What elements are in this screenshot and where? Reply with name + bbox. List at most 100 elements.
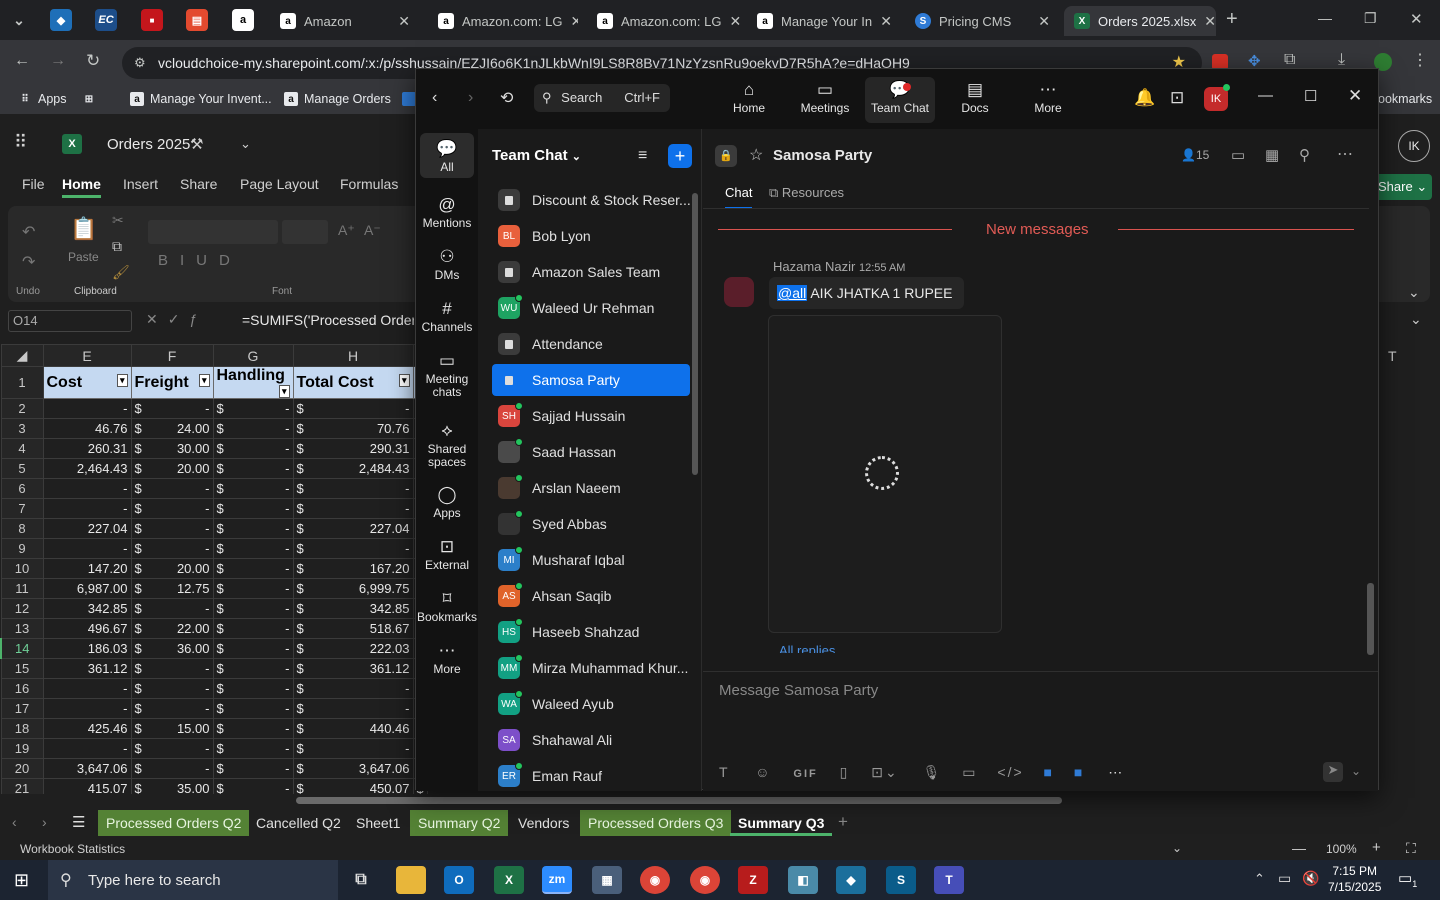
row-header[interactable]: 5 bbox=[0, 458, 44, 479]
back-icon[interactable]: ← bbox=[14, 52, 30, 70]
currency-cell[interactable]: $167.20 bbox=[292, 558, 414, 579]
close-window-icon[interactable]: ✕ bbox=[1410, 10, 1423, 28]
row-header[interactable]: 13 bbox=[0, 618, 44, 639]
cost-cell[interactable]: - bbox=[42, 678, 132, 699]
currency-cell[interactable]: $ - bbox=[212, 478, 294, 499]
currency-cell[interactable]: $ - bbox=[212, 558, 294, 579]
font-name-select[interactable] bbox=[148, 220, 278, 244]
currency-cell[interactable]: $290.31 bbox=[292, 438, 414, 459]
currency-cell[interactable]: $6,999.75 bbox=[292, 578, 414, 599]
undo-icon[interactable]: ↶ bbox=[22, 222, 35, 242]
cost-cell[interactable]: 415.07 bbox=[42, 778, 132, 794]
more-icon[interactable]: ⋯ bbox=[1108, 764, 1124, 780]
column-header[interactable]: H bbox=[292, 344, 414, 367]
row-header[interactable]: 1 bbox=[0, 366, 44, 399]
reload-icon[interactable]: ↻ bbox=[86, 51, 100, 71]
team-chat-title[interactable]: Team Chat ⌄ bbox=[492, 147, 581, 164]
column-header[interactable]: F bbox=[130, 344, 214, 367]
currency-cell[interactable]: $ - bbox=[130, 698, 214, 719]
currency-cell[interactable]: $ - bbox=[212, 498, 294, 519]
image-attachment[interactable] bbox=[768, 315, 1002, 633]
close-tab-icon[interactable]: ✕ bbox=[872, 13, 892, 30]
currency-cell[interactable]: $ - bbox=[212, 538, 294, 559]
sheet-tab[interactable]: Processed Orders Q2 bbox=[98, 810, 250, 836]
tab-search-chevron-icon[interactable]: ⌄ bbox=[8, 9, 30, 31]
filter-meeting-chats[interactable]: ▭ Meeting chats bbox=[416, 345, 478, 403]
tab-resources[interactable]: ⧉ Resources bbox=[769, 185, 844, 201]
cost-cell[interactable]: 496.67 bbox=[42, 618, 132, 639]
all-bookmarks[interactable]: ookmarks bbox=[1378, 92, 1432, 106]
row-header[interactable]: 18 bbox=[0, 718, 44, 739]
row-header[interactable]: 16 bbox=[0, 678, 44, 699]
dm-item[interactable]: MI Musharaf Iqbal bbox=[492, 544, 690, 576]
channel-item[interactable]: Attendance bbox=[492, 328, 690, 360]
currency-cell[interactable]: $ - bbox=[212, 578, 294, 599]
tab-formulas[interactable]: Formulas bbox=[340, 176, 398, 192]
browser-tab-active[interactable]: X Orders 2025.xlsx ✕ bbox=[1064, 6, 1216, 36]
dm-item[interactable]: WA Waleed Ayub bbox=[492, 688, 690, 720]
currency-cell[interactable]: $ - bbox=[130, 478, 214, 499]
pinned-tab-ec-icon[interactable]: EC bbox=[95, 9, 117, 31]
currency-cell[interactable]: $ - bbox=[212, 638, 294, 659]
bookmark-grid[interactable]: ⊞ bbox=[82, 92, 102, 106]
cost-cell[interactable]: 46.76 bbox=[42, 418, 132, 439]
scroll-thumb[interactable] bbox=[296, 797, 1062, 804]
horizontal-scrollbar[interactable] bbox=[0, 794, 1440, 808]
zoom-out-icon[interactable]: — bbox=[1292, 840, 1306, 856]
currency-cell[interactable]: $12.75 bbox=[130, 578, 214, 599]
row-header[interactable]: 2 bbox=[0, 398, 44, 419]
currency-cell[interactable]: $ - bbox=[212, 518, 294, 539]
zoom-in-icon[interactable]: + bbox=[1372, 839, 1381, 856]
browser-tab[interactable]: S Pricing CMS ✕ bbox=[905, 6, 1060, 36]
tab-share[interactable]: Share bbox=[180, 176, 217, 192]
sheet-tab[interactable]: Sheet1 bbox=[348, 810, 408, 836]
screenshot-icon[interactable]: ⊡⌄ bbox=[871, 764, 898, 780]
ribbon-expand-icon[interactable]: ⌄ bbox=[1408, 284, 1420, 301]
dm-item[interactable]: ER Eman Rauf bbox=[492, 760, 690, 791]
message-bubble[interactable]: @all AIK JHATKA 1 RUPEE bbox=[769, 277, 965, 309]
currency-cell[interactable]: $ - bbox=[130, 518, 214, 539]
history-icon[interactable]: ⟲ bbox=[500, 88, 513, 108]
tab-insert[interactable]: Insert bbox=[123, 176, 158, 192]
sheet-tab[interactable]: Vendors bbox=[510, 810, 577, 836]
bookmark-apps[interactable]: ⠿ Apps bbox=[18, 92, 66, 106]
channel-item[interactable]: Samosa Party bbox=[492, 364, 690, 396]
channel-item[interactable]: Amazon Sales Team bbox=[492, 256, 690, 288]
cost-cell[interactable]: 361.12 bbox=[42, 658, 132, 679]
row-header[interactable]: 6 bbox=[0, 478, 44, 499]
calendar-icon[interactable]: ▦ bbox=[1265, 146, 1279, 164]
clock[interactable]: 7:15 PM 7/15/2025 bbox=[1328, 863, 1381, 895]
currency-cell[interactable]: $342.85 bbox=[292, 598, 414, 619]
currency-cell[interactable]: $35.00 bbox=[130, 778, 214, 794]
forward-icon[interactable]: → bbox=[50, 52, 66, 70]
currency-cell[interactable]: $20.00 bbox=[130, 458, 214, 479]
copy-icon[interactable]: ⧉ bbox=[112, 238, 122, 255]
currency-cell[interactable]: $70.76 bbox=[292, 418, 414, 439]
back-icon[interactable]: ‹ bbox=[432, 89, 437, 107]
currency-cell[interactable]: $227.04 bbox=[292, 518, 414, 539]
format-painter-icon[interactable]: 🖌 bbox=[112, 264, 130, 281]
forward-icon[interactable]: › bbox=[468, 89, 473, 107]
currency-cell[interactable]: $ - bbox=[212, 458, 294, 479]
app-icon[interactable]: ◧ bbox=[788, 866, 818, 894]
cost-cell[interactable]: - bbox=[42, 498, 132, 519]
chrome-profile-icon[interactable]: ◉ bbox=[690, 866, 720, 894]
row-header[interactable]: 3 bbox=[0, 418, 44, 439]
currency-cell[interactable]: $ - bbox=[292, 498, 414, 519]
restore-icon[interactable]: ❐ bbox=[1364, 10, 1377, 27]
zoom-app-icon[interactable]: zm bbox=[542, 866, 572, 894]
fullscreen-icon[interactable]: ⛶ bbox=[1406, 840, 1416, 857]
whiteboard-icon[interactable]: ⊡ bbox=[1170, 88, 1184, 108]
currency-cell[interactable]: $361.12 bbox=[292, 658, 414, 679]
send-button[interactable]: ➤ bbox=[1323, 762, 1343, 782]
pinned-tab-red-icon[interactable]: ■ bbox=[141, 9, 163, 31]
currency-cell[interactable]: $ - bbox=[212, 658, 294, 679]
table-header-cell[interactable]: Total Cost ▾ bbox=[292, 366, 414, 399]
dm-item[interactable]: BL Bob Lyon bbox=[492, 220, 690, 252]
close-tab-icon[interactable]: ✕ bbox=[721, 13, 741, 30]
row-header[interactable]: 21 bbox=[0, 778, 44, 794]
currency-cell[interactable]: $ - bbox=[212, 398, 294, 419]
mention-all[interactable]: @all bbox=[777, 285, 808, 301]
row-header[interactable]: 19 bbox=[0, 738, 44, 759]
row-header[interactable]: 17 bbox=[0, 698, 44, 719]
